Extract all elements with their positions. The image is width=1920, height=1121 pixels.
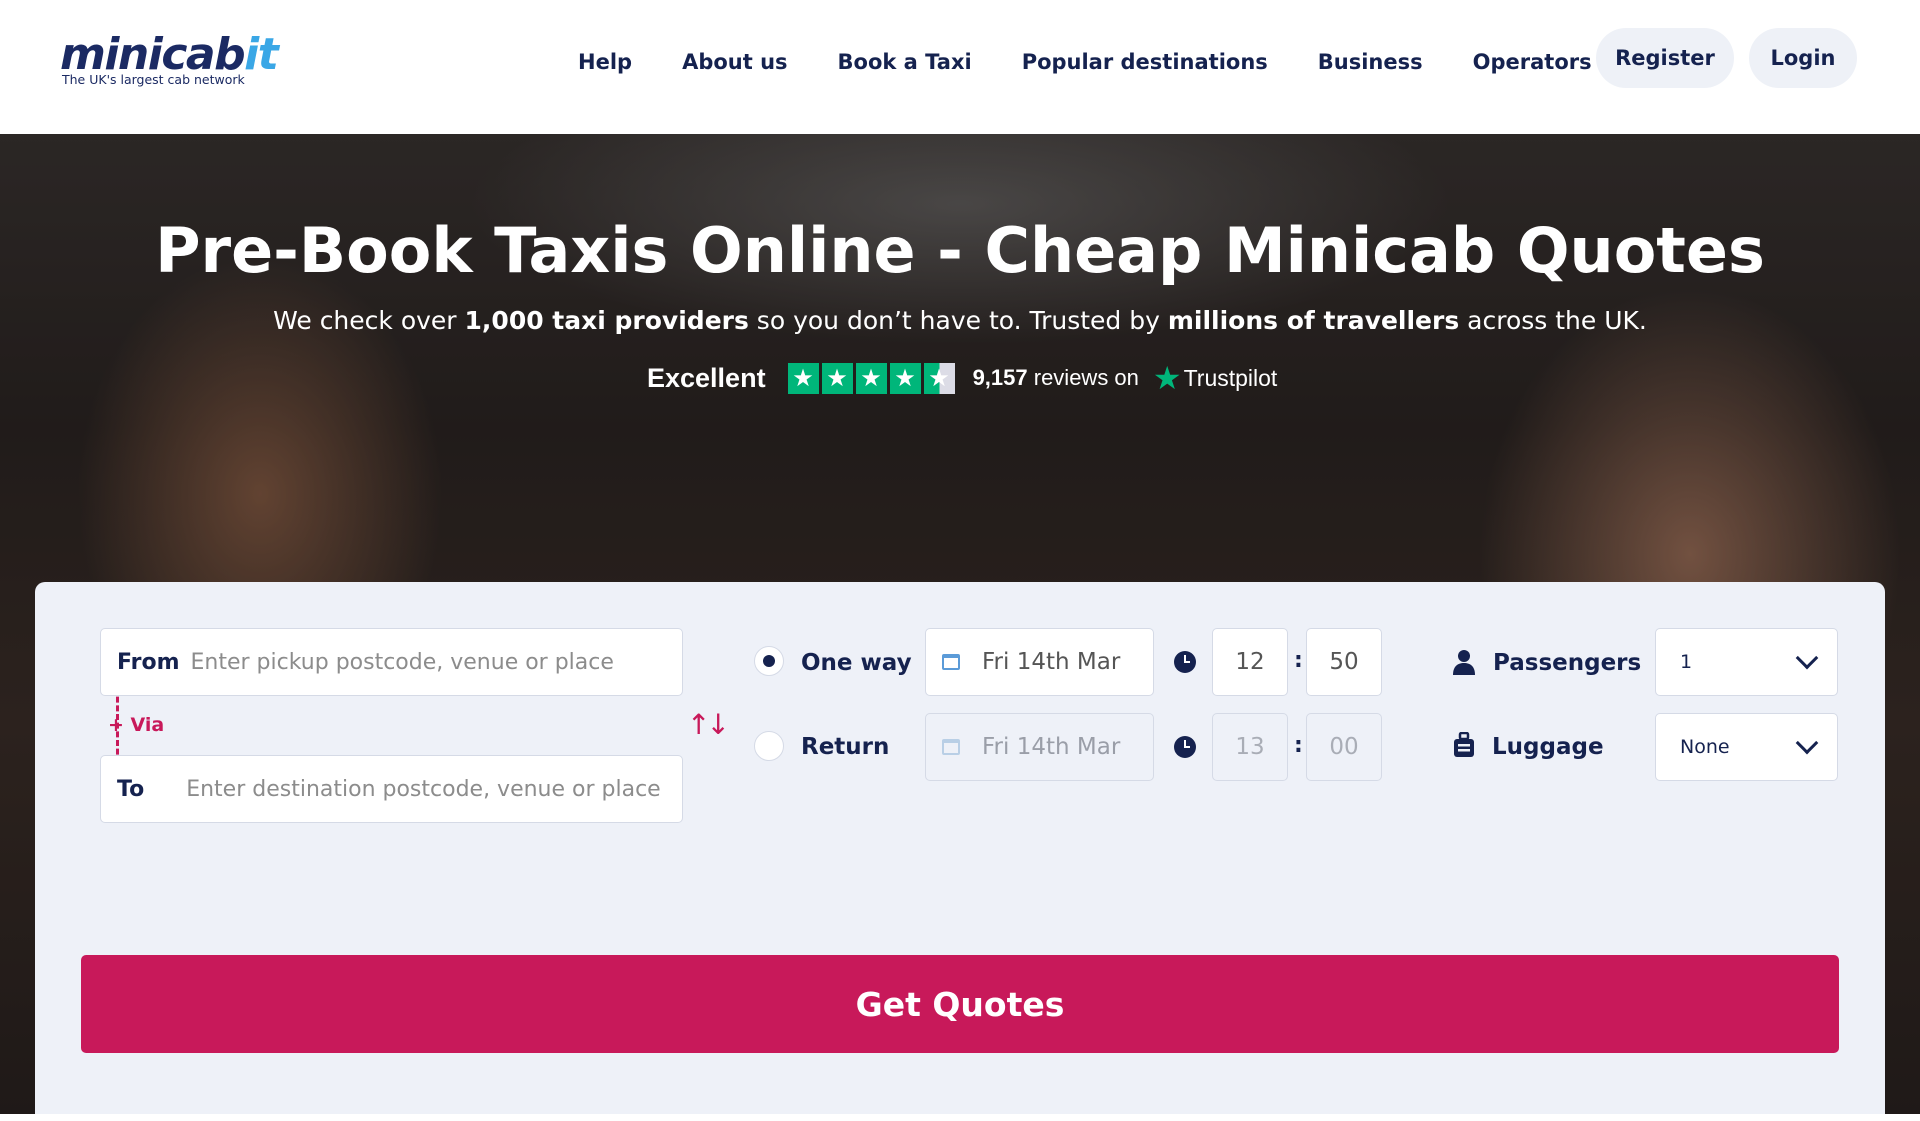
trustpilot-rating-word: Excellent (647, 362, 766, 393)
luggage-icon (1454, 732, 1474, 757)
luggage-label: Luggage (1492, 734, 1604, 760)
from-field[interactable]: From (100, 628, 683, 696)
nav-help[interactable]: Help (578, 50, 632, 74)
half-star-icon: ★ (923, 362, 955, 394)
chevron-down-icon (1795, 731, 1819, 755)
trustpilot-stars: ★ ★ ★ ★ ★ (787, 362, 955, 394)
hero-section: Pre-Book Taxis Online - Cheap Minicab Qu… (0, 134, 1920, 1114)
to-label: To (117, 776, 145, 802)
nav-book-a-taxi[interactable]: Book a Taxi (838, 50, 972, 74)
one-way-radio[interactable] (754, 646, 784, 676)
time-separator: : (1294, 648, 1303, 673)
return-hour-input[interactable]: 13 (1212, 713, 1288, 781)
star-icon: ★ (787, 362, 819, 394)
site-header: minicabit The UK's largest cab network H… (0, 0, 1920, 134)
nav-operators[interactable]: Operators (1473, 50, 1592, 74)
from-label: From (117, 649, 180, 675)
trustpilot-widget[interactable]: Excellent ★ ★ ★ ★ ★ 9,157 reviews on ★ Tr… (647, 360, 1277, 396)
clock-icon (1174, 736, 1196, 758)
luggage-select[interactable]: None (1655, 713, 1838, 781)
nav-about-us[interactable]: About us (682, 50, 787, 74)
person-icon (1453, 650, 1475, 675)
return-label[interactable]: Return (801, 734, 889, 760)
logo-tagline: The UK's largest cab network (62, 72, 245, 87)
trustpilot-star-icon: ★ (1152, 360, 1182, 396)
pickup-date-field[interactable]: Fri 14th Mar (925, 628, 1154, 696)
return-date-field[interactable]: Fri 14th Mar (925, 713, 1154, 781)
passengers-label: Passengers (1493, 650, 1642, 676)
star-icon: ★ (821, 362, 853, 394)
pickup-hour-input[interactable]: 12 (1212, 628, 1288, 696)
pickup-minute-input[interactable]: 50 (1306, 628, 1382, 696)
from-input[interactable] (188, 629, 682, 695)
time-separator: : (1294, 733, 1303, 758)
trustpilot-review-text: 9,157 reviews on (972, 365, 1139, 390)
add-via-button[interactable]: + Via (108, 714, 164, 736)
calendar-icon (942, 739, 960, 755)
register-button[interactable]: Register (1596, 28, 1734, 88)
passengers-select[interactable]: 1 (1655, 628, 1838, 696)
calendar-icon (942, 654, 960, 670)
star-icon: ★ (889, 362, 921, 394)
trustpilot-logo: ★ Trustpilot (1152, 360, 1278, 396)
hero-subtitle: We check over 1,000 taxi providers so yo… (273, 306, 1647, 335)
nav-business[interactable]: Business (1318, 50, 1423, 74)
get-quotes-button[interactable]: Get Quotes (81, 955, 1839, 1053)
swap-icon[interactable]: ↑↓ (687, 708, 730, 741)
logo-text-accent: it (244, 29, 279, 80)
to-field[interactable]: To (100, 755, 683, 823)
minicabit-logo[interactable]: minicabit The UK's largest cab network (60, 30, 279, 90)
login-button[interactable]: Login (1749, 28, 1857, 88)
return-radio[interactable] (754, 731, 784, 761)
chevron-down-icon (1795, 646, 1819, 670)
booking-form: From + Via ↑↓ To One way Fri 14th Mar 12… (35, 582, 1885, 1114)
one-way-label[interactable]: One way (801, 650, 912, 676)
luggage-value: None (1680, 736, 1730, 758)
clock-icon (1174, 651, 1196, 673)
return-minute-input[interactable]: 00 (1306, 713, 1382, 781)
star-icon: ★ (855, 362, 887, 394)
main-nav: Help About us Book a Taxi Popular destin… (578, 50, 1642, 74)
nav-popular-destinations[interactable]: Popular destinations (1022, 50, 1268, 74)
page-title: Pre-Book Taxis Online - Cheap Minicab Qu… (155, 214, 1765, 287)
passengers-value: 1 (1680, 651, 1693, 673)
to-input[interactable] (184, 756, 682, 822)
